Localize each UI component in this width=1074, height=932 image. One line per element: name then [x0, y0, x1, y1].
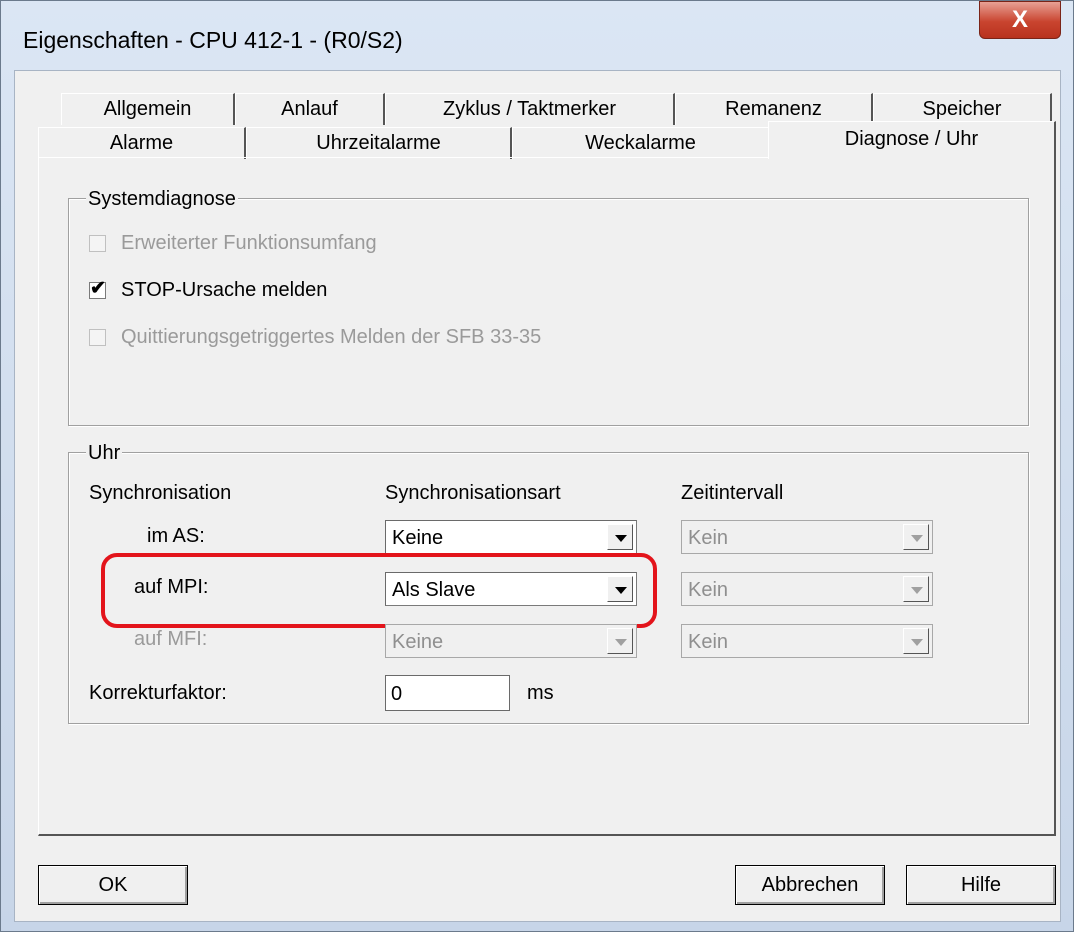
- im-as-interval-select[interactable]: Kein: [681, 520, 933, 554]
- synchronisation-header: Synchronisation: [89, 482, 232, 504]
- erweiterter-funktionsumfang-label: Erweiterter Funktionsumfang: [121, 232, 377, 254]
- tab-alarme[interactable]: Alarme: [38, 127, 246, 159]
- highlight-annotation: [101, 553, 657, 628]
- auf-mfi-sync-value: Keine: [392, 631, 444, 653]
- auf-mfi-interval-value: Kein: [688, 631, 729, 653]
- stop-ursache-checkbox[interactable]: ✔: [89, 278, 106, 299]
- help-button[interactable]: Hilfe: [906, 865, 1056, 905]
- im-as-interval-value: Kein: [688, 527, 729, 549]
- korrekturfaktor-value: 0: [391, 683, 403, 705]
- chevron-down-icon[interactable]: [903, 576, 929, 602]
- tab-weckalarme[interactable]: Weckalarme: [512, 127, 770, 159]
- erweiterter-funktionsumfang-checkbox[interactable]: [89, 235, 106, 252]
- stop-ursache-label: STOP-Ursache melden: [121, 279, 328, 301]
- korrekturfaktor-label: Korrekturfaktor:: [89, 682, 227, 704]
- window-title: Eigenschaften - CPU 412-1 - (R0/S2): [23, 27, 403, 53]
- im-as-sync-select[interactable]: Keine: [385, 520, 637, 554]
- auf-mpi-interval-value: Kein: [688, 579, 729, 601]
- auf-mfi-interval-select[interactable]: Kein: [681, 624, 933, 658]
- korrekturfaktor-input[interactable]: 0: [385, 675, 510, 711]
- tab-diagnose-uhr[interactable]: Diagnose / Uhr: [768, 121, 1056, 159]
- chevron-down-icon[interactable]: [903, 524, 929, 550]
- systemdiagnose-legend: Systemdiagnose: [86, 188, 238, 211]
- tab-zyklus-taktmerker[interactable]: Zyklus / Taktmerker: [385, 93, 675, 125]
- chevron-down-icon[interactable]: [903, 628, 929, 654]
- auf-mfi-sync-select[interactable]: Keine: [385, 624, 637, 658]
- uhr-legend: Uhr: [86, 442, 123, 465]
- auf-mpi-interval-select[interactable]: Kein: [681, 572, 933, 606]
- tab-allgemein[interactable]: Allgemein: [61, 93, 235, 125]
- quittierung-checkbox[interactable]: [89, 329, 106, 346]
- tab-uhrzeitalarme[interactable]: Uhrzeitalarme: [246, 127, 512, 159]
- auf-mfi-label: auf MFI:: [134, 628, 208, 650]
- title-bar[interactable]: Eigenschaften - CPU 412-1 - (R0/S2) X: [1, 1, 1073, 71]
- synchronisationsart-header: Synchronisationsart: [385, 482, 561, 504]
- zeitintervall-header: Zeitintervall: [681, 482, 784, 504]
- korrekturfaktor-unit: ms: [527, 682, 554, 704]
- ok-button[interactable]: OK: [38, 865, 188, 905]
- quittierung-label: Quittierungsgetriggertes Melden der SFB …: [121, 326, 542, 348]
- checkmark-icon: ✔: [90, 278, 106, 299]
- tab-anlauf[interactable]: Anlauf: [235, 93, 385, 125]
- im-as-sync-value: Keine: [392, 527, 444, 549]
- chevron-down-icon[interactable]: [607, 524, 633, 550]
- chevron-down-icon[interactable]: [607, 628, 633, 654]
- close-button[interactable]: X: [979, 1, 1061, 39]
- im-as-label: im AS:: [147, 525, 205, 547]
- cancel-button[interactable]: Abbrechen: [735, 865, 885, 905]
